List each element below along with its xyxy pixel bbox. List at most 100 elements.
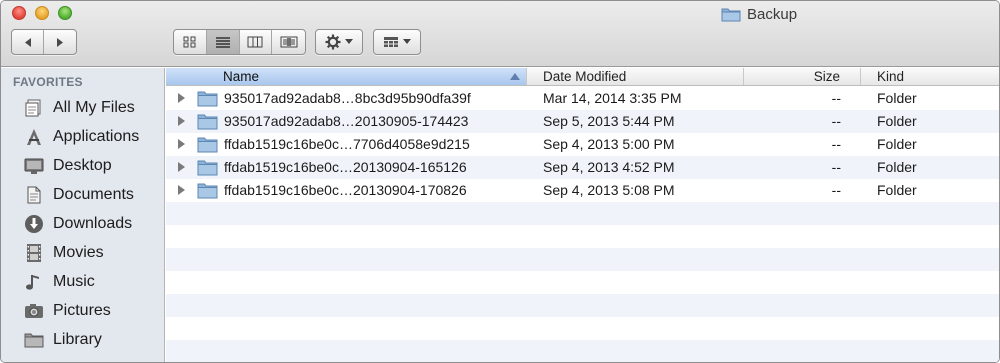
column-header: Name Date Modified Size Kind [166,68,999,86]
column-kind-label: Kind [877,69,905,84]
folder-icon [197,137,218,153]
empty-row-stripe [166,271,999,294]
action-button[interactable] [316,30,362,54]
folder-icon [721,8,741,22]
sidebar-item-pictures[interactable]: Pictures [23,298,161,324]
column-name-header[interactable]: Name [166,68,527,85]
disclosure-triangle-icon[interactable] [178,139,185,149]
back-button[interactable] [12,30,45,54]
file-date: Sep 4, 2013 5:08 PM [543,182,675,198]
minimize-button[interactable] [35,6,49,20]
arrange-menu-button[interactable] [373,29,421,55]
applications-icon [23,126,45,148]
navigation-buttons [11,29,77,55]
file-date: Mar 14, 2014 3:35 PM [543,90,682,106]
sidebar-item-library[interactable]: Library [23,327,161,353]
music-icon [23,271,45,293]
column-kind-header[interactable]: Kind [861,68,999,85]
window-title-label: Backup [747,5,798,23]
sidebar-item-applications[interactable]: Applications [23,124,161,150]
arrange-grid-icon [384,37,398,47]
sidebar-item-desktop[interactable]: Desktop [23,153,161,179]
documents-icon [23,184,45,206]
downloads-icon [23,213,45,235]
file-kind: Folder [877,159,917,175]
empty-row-stripe [166,317,999,340]
file-size: -- [831,136,841,152]
table-row[interactable]: ffdab1519c16be0c…20130904-170826 Sep 4, … [166,179,999,202]
list-view-button[interactable] [206,30,240,54]
chevron-down-icon [345,39,353,44]
file-kind: Folder [877,113,917,129]
toolbar: Backup [1,1,999,67]
disclosure-triangle-icon[interactable] [178,185,185,195]
column-date-label: Date Modified [543,69,627,84]
column-size-label: Size [813,69,840,84]
file-name: 935017ad92adab8…8bc3d95b90dfa39f [224,90,471,106]
coverflow-view-icon [280,36,298,48]
empty-row-stripe [166,202,999,225]
sidebar-item-label: Documents [53,186,134,203]
window-title: Backup [721,5,797,23]
file-rows: 935017ad92adab8…8bc3d95b90dfa39f Mar 14,… [166,87,999,202]
sidebar-item-label: Pictures [53,302,111,319]
all-files-icon [23,97,45,119]
sidebar-item-movies[interactable]: Movies [23,240,161,266]
empty-row-stripe [166,248,999,271]
disclosure-triangle-icon[interactable] [178,162,185,172]
file-size: -- [831,182,841,198]
forward-arrow-icon [57,37,63,47]
folder-icon [197,91,218,107]
sidebar-item-label: Downloads [53,215,133,232]
file-kind: Folder [877,136,917,152]
forward-button[interactable] [44,30,76,54]
coverflow-view-button[interactable] [272,30,305,54]
file-name: ffdab1519c16be0c…7706d4058e9d215 [224,136,470,152]
sidebar-heading: FAVORITES [13,75,83,89]
file-size: -- [831,90,841,106]
file-name: ffdab1519c16be0c…20130904-170826 [224,182,467,198]
chevron-down-icon [403,39,411,44]
sidebar: FAVORITES All My Files Applications Desk… [1,68,165,362]
sidebar-item-label: Music [53,273,95,290]
file-name: 935017ad92adab8…20130905-174423 [224,113,469,129]
movies-icon [23,242,45,264]
sidebar-item-documents[interactable]: Documents [23,182,161,208]
sidebar-item-label: Movies [53,244,104,261]
list-view-icon [215,37,230,48]
column-view-button[interactable] [240,30,273,54]
table-row[interactable]: 935017ad92adab8…20130905-174423 Sep 5, 2… [166,110,999,133]
sidebar-item-label: Applications [53,128,140,145]
zoom-button[interactable] [58,6,72,20]
icon-view-icon [183,36,196,48]
icon-view-button[interactable] [174,30,207,54]
sidebar-item-downloads[interactable]: Downloads [23,211,161,237]
column-name-label: Name [223,69,260,84]
file-date: Sep 4, 2013 4:52 PM [543,159,675,175]
file-list: Name Date Modified Size Kind 935017ad92a… [166,68,999,362]
disclosure-triangle-icon[interactable] [178,116,185,126]
empty-row-stripe [166,225,999,248]
disclosure-triangle-icon[interactable] [178,93,185,103]
sidebar-item-music[interactable]: Music [23,269,161,295]
empty-row-stripe [166,340,999,362]
arrange-button[interactable] [374,30,420,54]
sidebar-item-label: Library [53,331,102,348]
file-size: -- [831,113,841,129]
action-menu-button[interactable] [315,29,363,55]
folder-icon [197,183,218,199]
column-size-header[interactable]: Size [744,68,861,85]
sidebar-item-label: All My Files [53,99,135,116]
table-row[interactable]: 935017ad92adab8…8bc3d95b90dfa39f Mar 14,… [166,87,999,110]
file-date: Sep 4, 2013 5:00 PM [543,136,675,152]
file-size: -- [831,159,841,175]
sidebar-item-label: Desktop [53,157,112,174]
column-date-header[interactable]: Date Modified [527,68,744,85]
folder-icon [197,160,218,176]
close-button[interactable] [12,6,26,20]
sidebar-item-all-my-files[interactable]: All My Files [23,95,161,121]
table-row[interactable]: ffdab1519c16be0c…7706d4058e9d215 Sep 4, … [166,133,999,156]
file-name: ffdab1519c16be0c…20130904-165126 [224,159,467,175]
library-icon [23,329,45,351]
table-row[interactable]: ffdab1519c16be0c…20130904-165126 Sep 4, … [166,156,999,179]
